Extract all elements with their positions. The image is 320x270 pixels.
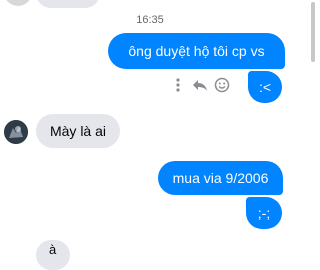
incoming-message-bubble-partial[interactable] [36,0,100,8]
message-timestamp: 16:35 [136,14,164,26]
scrollbar-thumb[interactable] [311,2,315,62]
sender-avatar[interactable] [4,120,28,144]
outgoing-message-bubble[interactable]: :< [248,71,282,103]
outgoing-message-bubble[interactable]: ông duyệt hộ tôi cp vs [108,33,285,69]
more-vertical-icon[interactable] [170,76,186,94]
reply-icon[interactable] [192,76,208,94]
message-text: :< [258,79,272,95]
message-text: à [49,242,57,257]
message-text: Mày là ai [49,123,107,139]
outgoing-message-bubble[interactable]: ;-; [246,197,282,229]
message-text: ;-; [257,205,271,221]
incoming-message-bubble[interactable]: Mày là ai [36,114,120,148]
message-text: mua via 9/2006 [172,170,269,186]
avatar-image [4,120,28,144]
message-actions-bar [170,75,230,95]
react-emoji-icon[interactable] [214,76,230,94]
message-text: ông duyệt hộ tôi cp vs [128,43,265,59]
outgoing-message-bubble[interactable]: mua via 9/2006 [158,161,283,195]
sender-avatar-top[interactable] [4,0,32,6]
